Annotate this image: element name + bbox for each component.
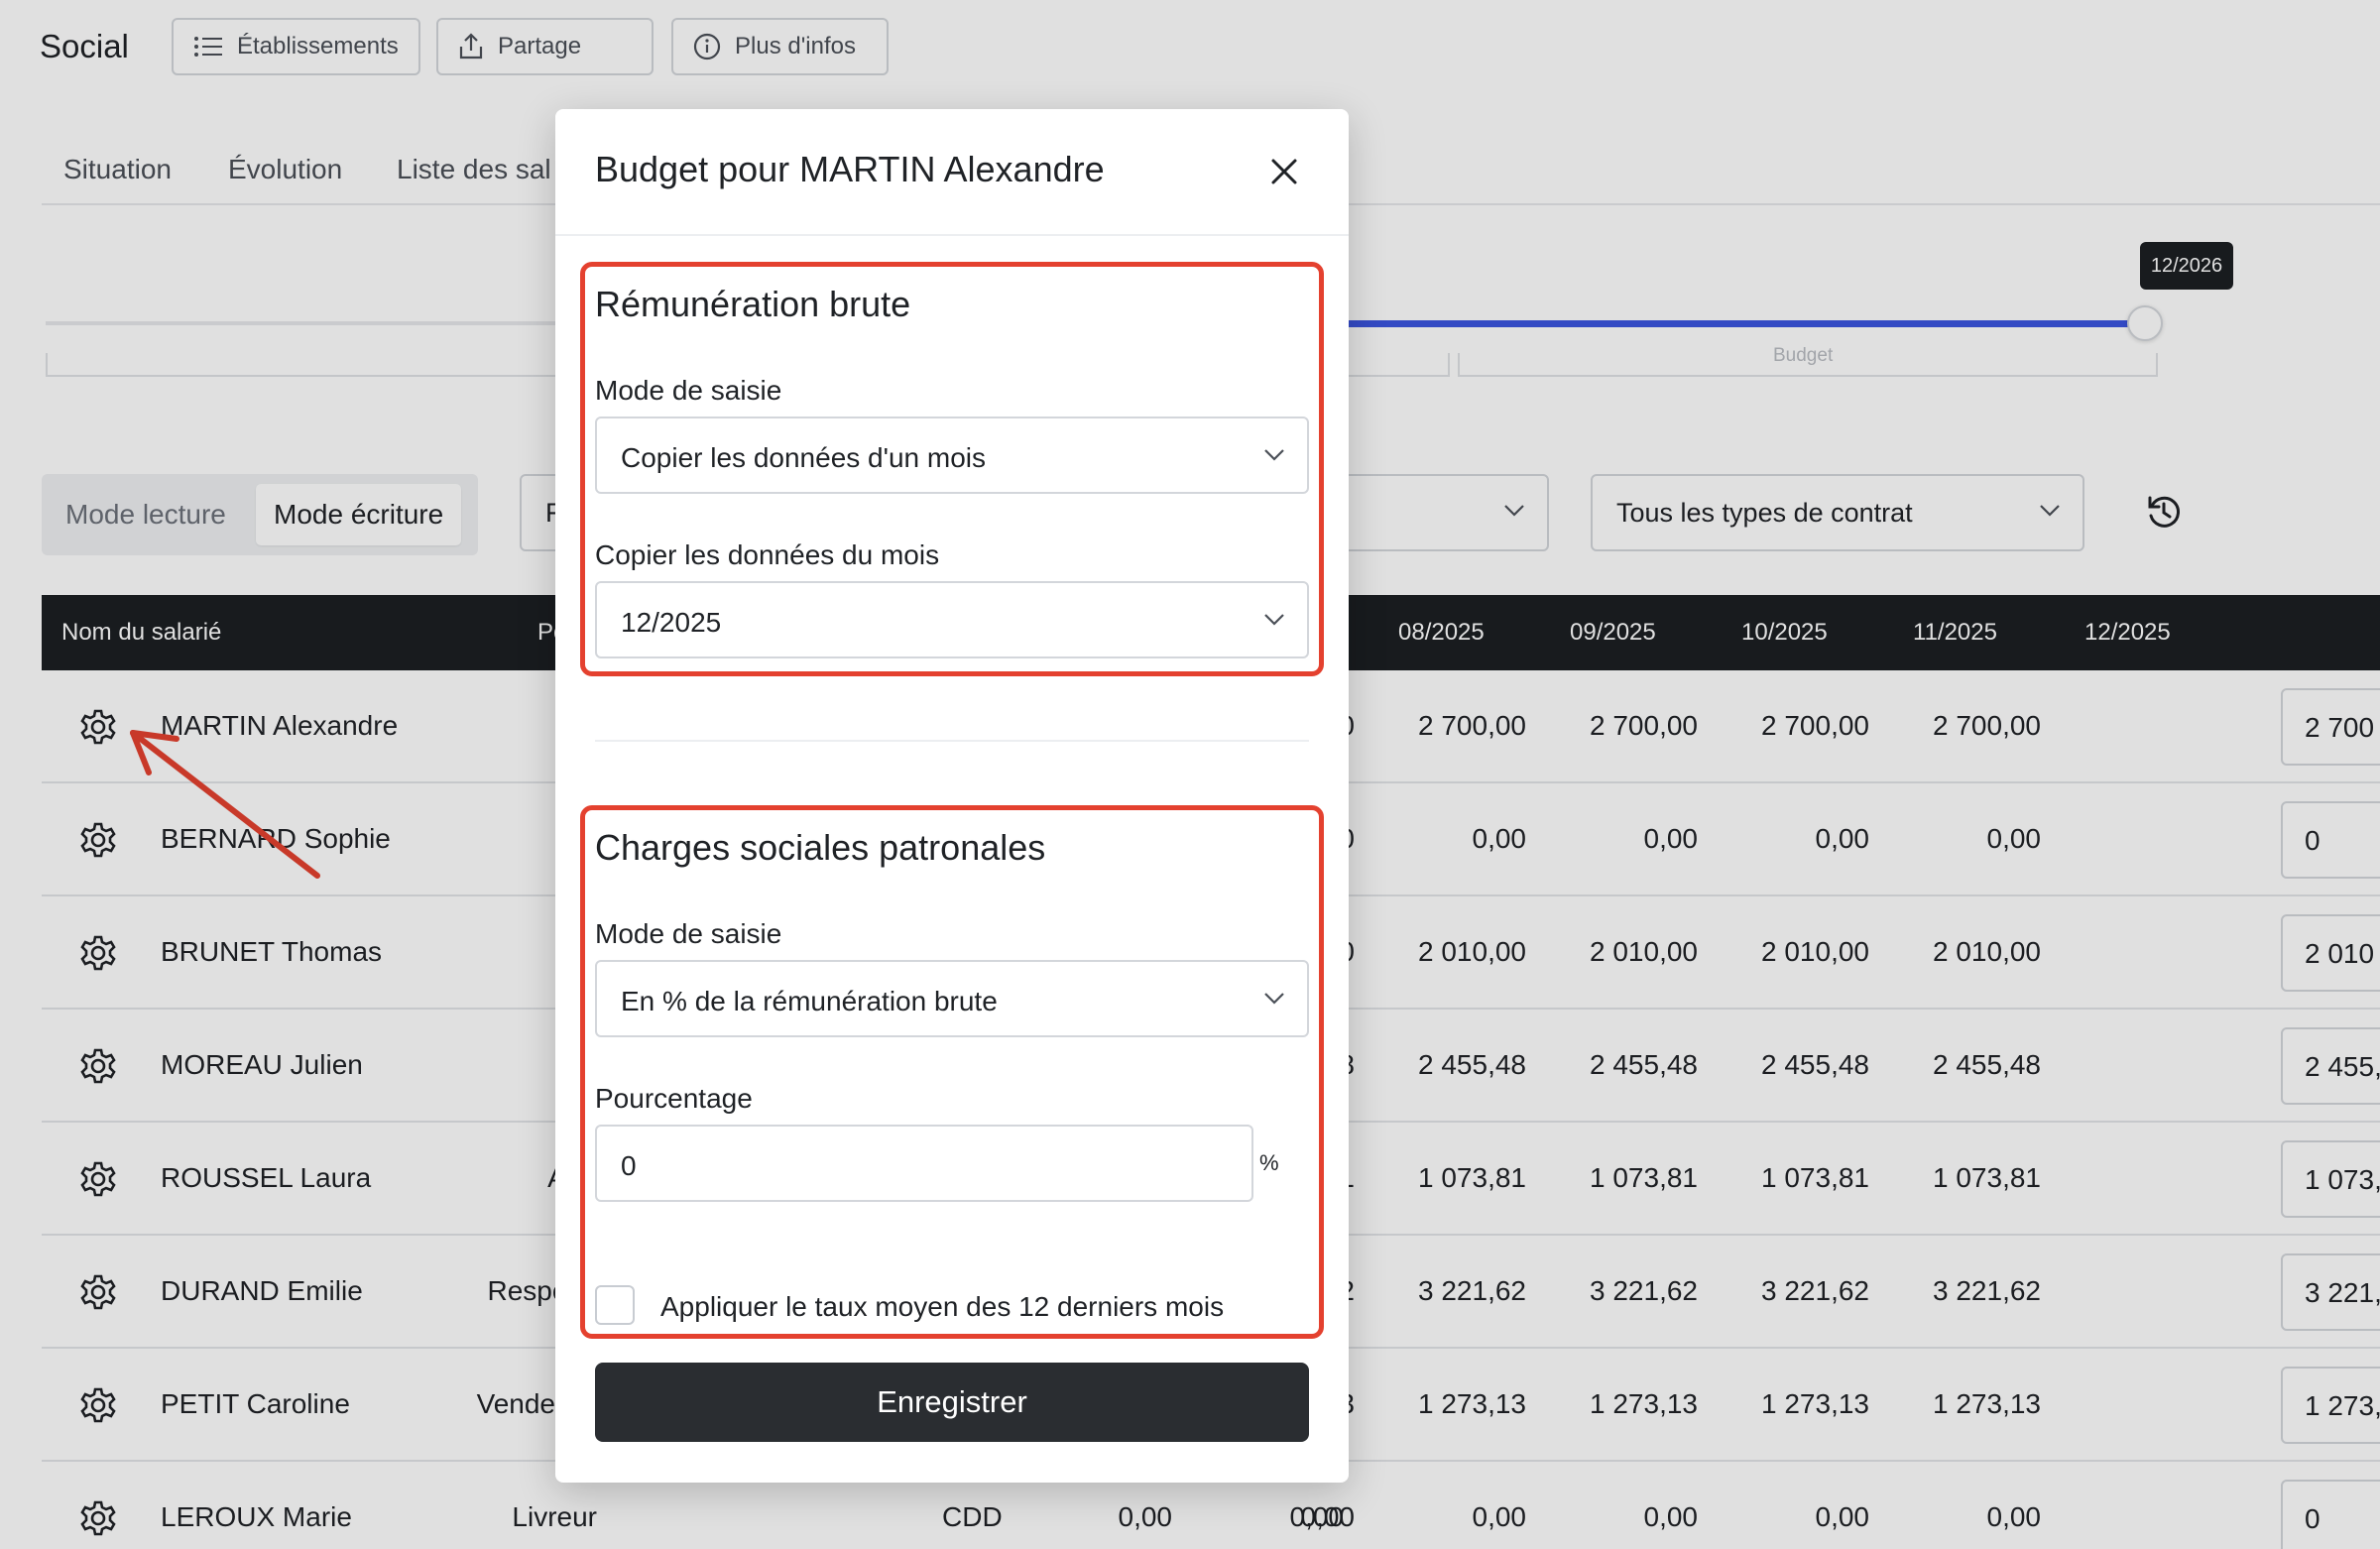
- chevron-down-icon: [1264, 614, 1284, 626]
- taux-moyen-label[interactable]: Appliquer le taux moyen des 12 derniers …: [660, 1291, 1224, 1323]
- modal-title: Budget pour MARTIN Alexandre: [595, 149, 1105, 189]
- budget-modal: Budget pour MARTIN Alexandre Rémunératio…: [555, 109, 1349, 1483]
- pourcentage-value: 0: [621, 1150, 637, 1181]
- percent-unit: %: [1259, 1150, 1279, 1175]
- remuneration-heading: Rémunération brute: [595, 284, 911, 324]
- remuneration-mode-label: Mode de saisie: [595, 375, 782, 406]
- charges-mode-select[interactable]: En % de la rémunération brute: [595, 960, 1309, 1037]
- remuneration-mode-select[interactable]: Copier les données d'un mois: [595, 417, 1309, 494]
- copy-month-value: 12/2025: [621, 607, 722, 638]
- pourcentage-input[interactable]: 0: [595, 1125, 1253, 1202]
- modal-header-divider: [555, 234, 1349, 236]
- chevron-down-icon: [1264, 993, 1284, 1005]
- social-page: Social Établissements Partage Plus d'inf…: [0, 0, 2380, 1549]
- highlight-box-charges: [580, 805, 1324, 1339]
- pourcentage-label: Pourcentage: [595, 1083, 753, 1114]
- section-divider: [595, 740, 1309, 742]
- save-button[interactable]: Enregistrer: [595, 1363, 1309, 1442]
- charges-mode-value: En % de la rémunération brute: [621, 986, 998, 1016]
- taux-moyen-checkbox[interactable]: [595, 1285, 635, 1325]
- remuneration-mode-value: Copier les données d'un mois: [621, 442, 987, 473]
- copy-month-label: Copier les données du mois: [595, 539, 940, 570]
- close-icon[interactable]: [1267, 155, 1301, 188]
- chevron-down-icon: [1264, 449, 1284, 461]
- charges-heading: Charges sociales patronales: [595, 827, 1046, 868]
- copy-month-select[interactable]: 12/2025: [595, 581, 1309, 658]
- charges-mode-label: Mode de saisie: [595, 918, 782, 949]
